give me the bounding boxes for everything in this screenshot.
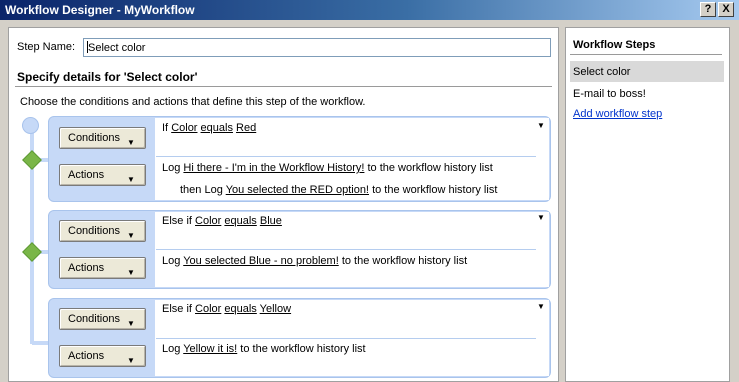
action-row: Log Yellow it is! to the workflow histor… bbox=[162, 343, 366, 355]
triangle-down-icon[interactable]: ▼ bbox=[537, 213, 545, 222]
action-row: Log You selected Blue - no problem! to t… bbox=[162, 255, 467, 267]
triangle-down-icon: ▼ bbox=[127, 268, 135, 277]
triangle-down-icon: ▼ bbox=[127, 356, 135, 365]
branch-separator bbox=[156, 249, 536, 250]
conditions-button-label: Conditions bbox=[68, 225, 120, 237]
action-message-link[interactable]: You selected Blue - no problem! bbox=[183, 255, 339, 267]
branch-separator bbox=[156, 156, 536, 157]
condition-value-link[interactable]: Red bbox=[236, 122, 256, 134]
triangle-down-icon: ▼ bbox=[127, 231, 135, 240]
heading-divider bbox=[15, 86, 552, 87]
condition-field-link[interactable]: Color bbox=[195, 303, 221, 315]
condition-prefix: Else if bbox=[162, 215, 192, 227]
step-name-value: Select color bbox=[88, 42, 146, 54]
condition-value-link[interactable]: Yellow bbox=[260, 303, 291, 315]
actions-button[interactable]: Actions ▼ bbox=[59, 345, 146, 367]
actions-button-label: Actions bbox=[68, 350, 105, 362]
actions-button[interactable]: Actions ▼ bbox=[59, 257, 146, 279]
actions-button[interactable]: Actions ▼ bbox=[59, 164, 146, 186]
action-suffix: to the workflow history list bbox=[341, 255, 468, 267]
condition-operator-link[interactable]: equals bbox=[224, 215, 256, 227]
sidebar-divider bbox=[570, 54, 722, 55]
add-workflow-step-link[interactable]: Add workflow step bbox=[573, 108, 662, 120]
condition-prefix: If bbox=[162, 122, 169, 134]
sidebar-title: Workflow Steps bbox=[573, 39, 656, 51]
action-row: Log Hi there - I'm in the Workflow Histo… bbox=[162, 162, 493, 174]
condition-value-link[interactable]: Blue bbox=[260, 215, 282, 227]
help-button[interactable]: ? bbox=[700, 2, 716, 17]
action-suffix: to the workflow history list bbox=[372, 184, 498, 196]
condition-field-link[interactable]: Color bbox=[171, 122, 197, 134]
conditions-button-label: Conditions bbox=[68, 132, 120, 144]
condition-field-link[interactable]: Color bbox=[195, 215, 221, 227]
actions-button-label: Actions bbox=[68, 262, 105, 274]
title-bar: Workflow Designer - MyWorkflow ? X bbox=[0, 0, 739, 20]
condition-prefix: Else if bbox=[162, 303, 192, 315]
action-row: then Log You selected the RED option! to… bbox=[180, 184, 497, 196]
details-heading: Specify details for 'Select color' bbox=[17, 70, 198, 84]
triangle-down-icon[interactable]: ▼ bbox=[537, 121, 545, 130]
actions-button-label: Actions bbox=[68, 169, 105, 181]
action-prefix: Log bbox=[162, 255, 181, 267]
instructions-text: Choose the conditions and actions that d… bbox=[20, 96, 366, 108]
condition-operator-link[interactable]: equals bbox=[201, 122, 233, 134]
condition-operator-link[interactable]: equals bbox=[224, 303, 256, 315]
step-name-label: Step Name: bbox=[17, 41, 76, 53]
condition-row: Else if Color equals Blue bbox=[162, 215, 282, 227]
triangle-down-icon: ▼ bbox=[127, 138, 135, 147]
conditions-button[interactable]: Conditions ▼ bbox=[59, 220, 146, 242]
window-title: Workflow Designer - MyWorkflow bbox=[5, 3, 195, 17]
action-suffix: to the workflow history list bbox=[240, 343, 366, 355]
triangle-down-icon: ▼ bbox=[127, 319, 135, 328]
triangle-down-icon: ▼ bbox=[127, 175, 135, 184]
action-suffix: to the workflow history list bbox=[367, 162, 493, 174]
action-prefix: then Log bbox=[180, 184, 223, 196]
condition-row: Else if Color equals Yellow bbox=[162, 303, 291, 315]
step-name-input[interactable]: Select color bbox=[83, 38, 551, 57]
action-prefix: Log bbox=[162, 162, 181, 174]
condition-row: If Color equals Red bbox=[162, 122, 256, 134]
close-button[interactable]: X bbox=[718, 2, 734, 17]
action-message-link[interactable]: Yellow it is! bbox=[183, 343, 237, 355]
conditions-button[interactable]: Conditions ▼ bbox=[59, 127, 146, 149]
action-prefix: Log bbox=[162, 343, 181, 355]
action-message-link[interactable]: Hi there - I'm in the Workflow History! bbox=[183, 162, 364, 174]
action-message-link[interactable]: You selected the RED option! bbox=[226, 184, 369, 196]
triangle-down-icon[interactable]: ▼ bbox=[537, 302, 545, 311]
conditions-button[interactable]: Conditions ▼ bbox=[59, 308, 146, 330]
circle-node-icon bbox=[22, 117, 39, 134]
sidebar-step-email-boss[interactable]: E-mail to boss! bbox=[573, 88, 646, 100]
sidebar-step-select-color[interactable]: Select color bbox=[573, 66, 630, 78]
branch-separator bbox=[156, 338, 536, 339]
conditions-button-label: Conditions bbox=[68, 313, 120, 325]
